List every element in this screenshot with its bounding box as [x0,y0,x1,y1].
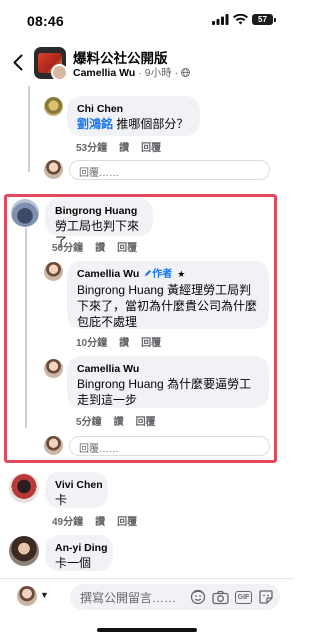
comment-text: Bingrong Huang 為什麼要逼勞工走到這一步 [77,377,252,407]
comment-time: 5分鐘 [76,417,102,428]
group-avatar[interactable] [34,47,66,79]
comment-text: Bingrong Huang 黃經理勞工局判下來了，當初為什麼貴公司為什麼包庇不… [77,283,258,329]
home-indicator [97,628,197,632]
comment-author[interactable]: Camellia Wu [77,362,259,376]
reply-button[interactable]: 回覆 [136,413,156,428]
comment-text: 劉鴻銘 推哪個部分？ [77,116,190,132]
comment-text-body: 推哪個部分？ [113,117,189,131]
comment-time: 50分鐘 [52,243,84,254]
reply-button[interactable]: 回覆 [141,334,161,349]
reply-input[interactable]: 回覆…… [69,160,270,180]
comment-author-row: Camellia Wu 作者 ★ [77,267,259,282]
reply-input[interactable]: 回覆…… [69,436,270,456]
comment-actions: 53分鐘 讚 回覆 [76,139,161,154]
comment-bubble: Camellia Wu 作者 ★ Bingrong Huang 黃經理勞工局判下來了… [67,261,269,329]
back-button[interactable] [8,49,28,75]
avatar[interactable] [44,359,63,378]
post-time: 9小時 [144,67,172,79]
comment-input[interactable]: 撰寫公開留言…… GIF [70,584,280,610]
comment-bubble: Chi Chen 劉鴻銘 推哪個部分？ [67,96,200,136]
gif-icon[interactable]: GIF [235,590,252,604]
globe-icon [181,68,191,77]
like-button[interactable]: 讚 [119,334,129,349]
avatar [44,160,63,179]
author-avatar-small [51,64,66,79]
comment-time: 10分鐘 [76,338,108,349]
like-button[interactable]: 讚 [119,139,129,154]
like-button[interactable]: 讚 [114,413,124,428]
comment-composer: ▼ 撰寫公開留言…… GIF [0,578,294,614]
wifi-icon [233,14,248,25]
author-badge-label: 作者 [152,269,173,280]
subtitle-separator-2: · [174,66,179,79]
camera-icon[interactable] [212,590,229,605]
comment-bubble: Bingrong Huang 勞工局也判下來了 [45,198,153,249]
comment-bubble: Camellia Wu Bingrong Huang 為什麼要逼勞工走到這一步 [67,356,269,408]
avatar [44,436,63,455]
reply-button[interactable]: 回覆 [117,239,137,254]
comment-author[interactable]: Bingrong Huang [55,204,143,218]
status-bar: 08:46 57 [0,0,294,40]
comment-text: 卡 [55,493,68,507]
comment-bubble: An-yi Ding 卡一個 [45,535,113,571]
star-icon: ★ [177,269,186,279]
comment-author[interactable]: Chi Chen [77,102,190,116]
group-name[interactable]: 爆料公社公開版 [73,47,168,67]
like-button[interactable]: 讚 [95,239,105,254]
composer-avatar[interactable] [17,586,37,606]
avatar[interactable] [11,199,39,227]
status-icons: 57 [212,14,276,25]
post-subtitle: Camellia Wu · 9小時 · [73,65,191,80]
comment-actions: 5分鐘 讚 回覆 [76,413,156,428]
comment-author[interactable]: An-yi Ding [55,541,108,555]
comment-author[interactable]: Camellia Wu [77,268,139,280]
avatar[interactable] [44,262,63,281]
avatar[interactable] [9,473,39,503]
comment-time: 49分鐘 [52,517,84,528]
composer-icons: GIF [190,589,274,605]
sticker-icon[interactable] [258,589,274,605]
chevron-down-icon[interactable]: ▼ [40,590,49,600]
battery-icon: 57 [252,14,273,25]
subtitle-separator: · [138,66,142,79]
comment-input-placeholder: 撰寫公開留言…… [80,590,177,605]
avatar[interactable] [9,536,39,566]
comment-author[interactable]: Vivi Chen [55,478,103,492]
comment-time: 53分鐘 [76,143,108,154]
chevron-left-icon [13,54,23,70]
reply-button[interactable]: 回覆 [141,139,161,154]
reply-button[interactable]: 回覆 [117,513,137,528]
thread-line [28,86,30,172]
battery-tip [274,17,276,22]
post-header: 爆料公社公開版 Camellia Wu · 9小時 · [0,42,294,84]
comment-bubble: Vivi Chen 卡 [45,472,108,508]
mention-link[interactable]: 劉鴻銘 [77,117,113,131]
status-time: 08:46 [27,13,64,29]
comment-actions: 10分鐘 讚 回覆 [76,334,161,349]
like-button[interactable]: 讚 [95,513,105,528]
comment-actions: 50分鐘 讚 回覆 [52,239,137,254]
thread-line [25,228,27,428]
signal-icon [212,14,229,25]
author-badge: 作者 [144,269,172,280]
avatar-sticker-icon[interactable] [190,589,206,605]
comment-text: 卡一個 [55,556,92,570]
avatar[interactable] [44,97,63,116]
comment-actions: 49分鐘 讚 回覆 [52,513,137,528]
post-author[interactable]: Camellia Wu [73,67,135,79]
